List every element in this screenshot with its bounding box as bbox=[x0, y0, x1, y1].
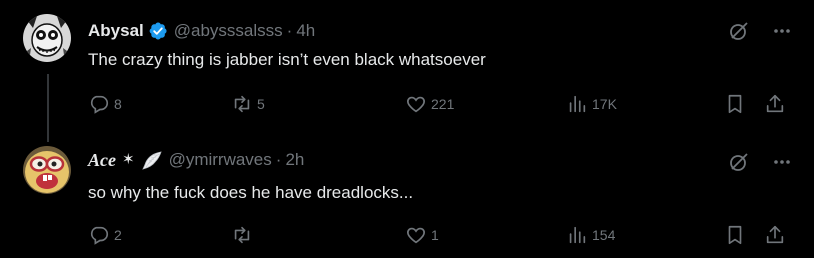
grok-icon[interactable] bbox=[728, 20, 750, 42]
separator: · bbox=[275, 150, 282, 169]
tweet-actions: 8 5 221 17K bbox=[88, 93, 796, 115]
tweet-top-actions bbox=[728, 20, 792, 42]
views-count: 17K bbox=[592, 96, 617, 112]
views-button[interactable]: 17K bbox=[566, 93, 617, 115]
grok-icon[interactable] bbox=[728, 151, 750, 173]
repost-count: 5 bbox=[257, 96, 265, 112]
share-icon[interactable] bbox=[764, 93, 790, 115]
avatar[interactable] bbox=[23, 146, 71, 194]
share-icon[interactable] bbox=[764, 224, 790, 246]
wing-emoji-icon bbox=[141, 150, 163, 170]
name-star-glyph: ✶ bbox=[121, 151, 135, 168]
like-count: 221 bbox=[431, 96, 455, 112]
reply-count: 2 bbox=[114, 227, 122, 243]
like-button[interactable]: 1 bbox=[405, 224, 439, 246]
tweet-actions: 2 1 154 bbox=[88, 224, 796, 246]
repost-button[interactable] bbox=[231, 224, 257, 246]
user-handle[interactable]: @ymirrwaves bbox=[169, 150, 272, 170]
separator: · bbox=[286, 21, 293, 40]
more-icon[interactable] bbox=[772, 152, 792, 172]
timestamp[interactable]: 4h bbox=[296, 21, 315, 41]
tweet[interactable]: Ace ✶ @ymirrwaves · 2h so why the fuck d… bbox=[0, 135, 814, 258]
views-button[interactable]: 154 bbox=[566, 224, 615, 246]
views-count: 154 bbox=[592, 227, 616, 243]
bookmark-icon[interactable] bbox=[724, 224, 750, 246]
timestamp[interactable]: 2h bbox=[285, 150, 304, 170]
bookmark-icon[interactable] bbox=[724, 93, 750, 115]
reply-button[interactable]: 2 bbox=[88, 224, 122, 246]
like-button[interactable]: 221 bbox=[405, 93, 454, 115]
thread-line bbox=[47, 74, 49, 142]
verified-badge-icon[interactable] bbox=[148, 21, 168, 41]
tweet-top-actions bbox=[728, 151, 792, 173]
more-icon[interactable] bbox=[772, 21, 792, 41]
tweet-text: The crazy thing is jabber isn’t even bla… bbox=[88, 50, 486, 69]
avatar[interactable] bbox=[23, 14, 71, 62]
tweet[interactable]: Abysal @abysssalsss · 4h The crazy thing… bbox=[0, 0, 814, 142]
reply-button[interactable]: 8 bbox=[88, 93, 122, 115]
display-name[interactable]: Ace bbox=[88, 150, 116, 170]
repost-button[interactable]: 5 bbox=[231, 93, 265, 115]
like-count: 1 bbox=[431, 227, 439, 243]
tweet-text: so why the fuck does he have dreadlocks.… bbox=[88, 183, 414, 202]
tweet-header: Abysal @abysssalsss · 4h bbox=[88, 21, 315, 41]
tweet-header: Ace ✶ @ymirrwaves · 2h bbox=[88, 150, 304, 170]
display-name[interactable]: Abysal bbox=[88, 21, 144, 41]
reply-count: 8 bbox=[114, 96, 122, 112]
user-handle[interactable]: @abysssalsss bbox=[174, 21, 283, 41]
